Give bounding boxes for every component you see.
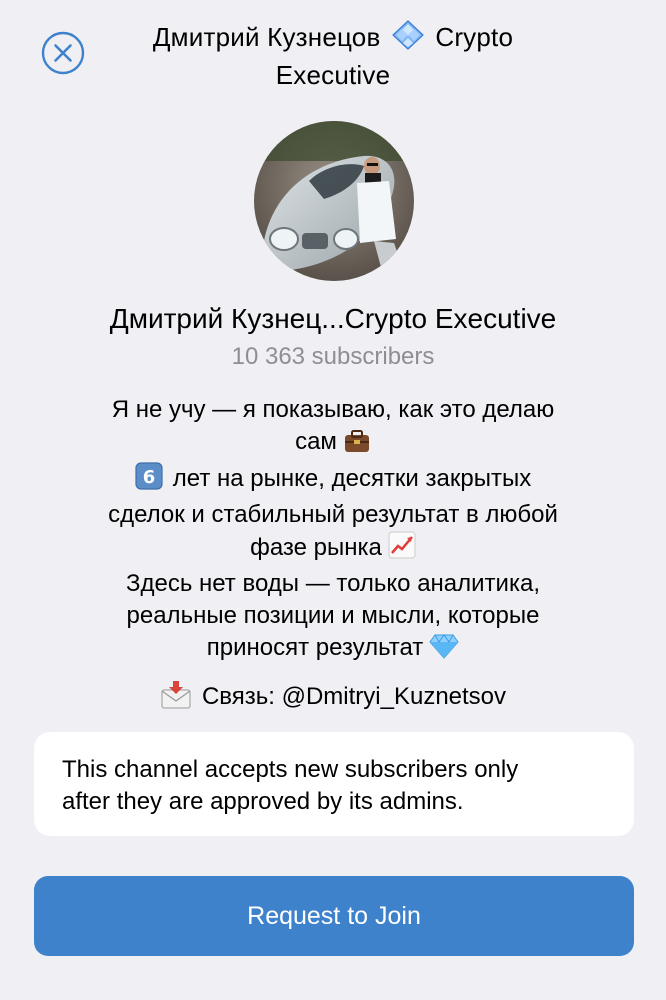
description-text: лет на рынке, десятки закрытых xyxy=(172,465,532,492)
description-text: сам xyxy=(295,428,337,455)
title-name: Дмитрий Кузнецов xyxy=(152,22,381,52)
notice-line: This channel accepts new subscribers onl… xyxy=(62,756,519,783)
keycap-6-icon: 6 xyxy=(135,462,163,499)
close-button[interactable] xyxy=(41,31,85,75)
join-channel-sheet: Дмитрий Кузнецов Crypto Executive Дмитри… xyxy=(0,0,666,1000)
briefcase-icon xyxy=(343,429,371,462)
description-line: Я не учу — я показываю, как это делаю xyxy=(111,396,555,423)
description-line: Здесь нет воды — только аналитика, xyxy=(125,570,540,597)
description-line: реальные позиции и мысли, которые xyxy=(126,602,540,629)
diamond-tiles-icon xyxy=(392,20,424,58)
gem-stone-icon xyxy=(429,633,459,668)
svg-text:6: 6 xyxy=(143,467,156,488)
envelope-arrow-icon xyxy=(160,680,192,720)
channel-avatar xyxy=(254,121,414,281)
chart-increasing-icon xyxy=(388,531,416,568)
description-line: сам xyxy=(60,426,606,462)
channel-name: Дмитрий Кузнец...Crypto Executive xyxy=(109,303,557,334)
title-executive: Executive xyxy=(275,60,391,90)
description-line: 6 лет на рынке, десятки закрытых xyxy=(60,462,606,499)
sheet-title: Дмитрий Кузнецов Crypto Executive xyxy=(110,20,556,92)
description-line: приносят результат xyxy=(60,632,606,668)
request-to-join-button[interactable]: Request to Join xyxy=(34,876,634,956)
contact-text: Связь: @Dmitryi_Kuznetsov xyxy=(201,683,507,710)
notice-line: after they are approved by its admins. xyxy=(62,788,464,815)
approval-notice: This channel accepts new subscribers onl… xyxy=(34,732,634,836)
description-text: приносят результат xyxy=(206,634,424,661)
channel-description: Я не учу — я показываю, как это делаю са… xyxy=(60,394,606,668)
description-line: сделок и стабильный результат в любой xyxy=(108,501,558,528)
description-text: фазе рынка xyxy=(250,534,382,561)
title-crypto: Crypto xyxy=(435,22,514,52)
description-line: фазе рынка xyxy=(60,531,606,568)
subscriber-count: 10 363 subscribers xyxy=(231,343,435,370)
close-icon xyxy=(41,31,85,75)
contact-line: Связь: @Dmitryi_Kuznetsov xyxy=(20,680,646,720)
